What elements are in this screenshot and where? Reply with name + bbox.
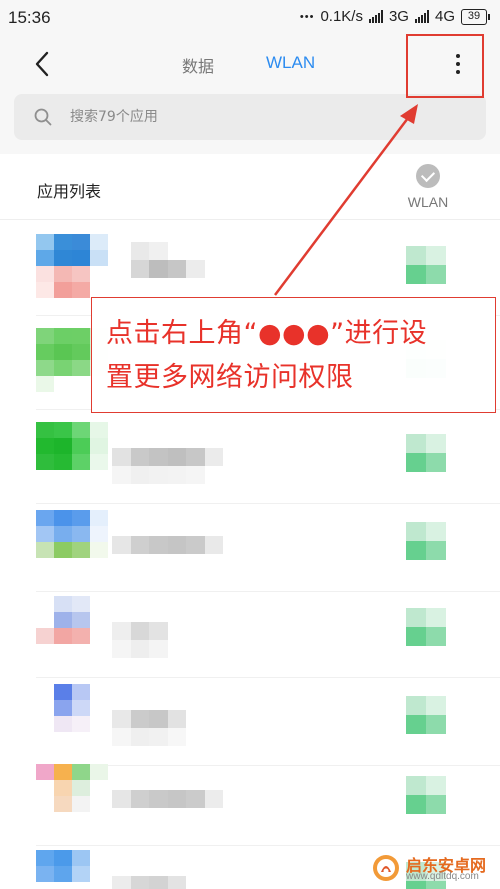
site-logo-icon — [373, 855, 399, 881]
hd-signal-icon — [414, 10, 429, 23]
battery-icon: 39 — [461, 8, 490, 25]
wlan-toggle[interactable] — [406, 696, 446, 734]
annotation-line-2: 置更多网络访问权限 — [106, 362, 354, 393]
network-type-4g: 4G — [434, 8, 455, 25]
wlan-toggle[interactable] — [406, 608, 446, 646]
tab-wlan[interactable]: WLAN — [266, 53, 315, 73]
app-row — [0, 752, 500, 846]
search-input[interactable] — [70, 94, 470, 140]
watermark-url: www.qdltdq.com — [406, 871, 479, 882]
tab-data[interactable]: 数据 — [182, 53, 214, 77]
back-button[interactable] — [24, 48, 60, 80]
app-name — [112, 604, 242, 658]
app-name — [112, 858, 242, 889]
app-row — [0, 498, 500, 592]
network-type-3g: 3G — [388, 8, 409, 25]
search-section — [0, 92, 500, 154]
app-icon — [36, 596, 108, 660]
signal-strength-icon — [368, 10, 383, 23]
watermark: 启东安卓网 www.qdltdq.com — [368, 850, 498, 886]
app-row — [0, 584, 500, 678]
wlan-toggle[interactable] — [406, 246, 446, 284]
app-icon — [36, 764, 108, 828]
wlan-toggle[interactable] — [406, 434, 446, 472]
app-name — [112, 692, 242, 746]
search-icon — [34, 108, 52, 126]
wlan-toggle[interactable] — [406, 522, 446, 560]
app-name — [112, 430, 242, 484]
notification-dots-icon: ••• — [299, 10, 315, 23]
app-icon — [36, 684, 108, 748]
app-row — [0, 410, 500, 504]
search-box[interactable] — [14, 94, 486, 140]
chevron-left-icon — [35, 51, 49, 77]
annotation-callout: 点击右上角“●●●”进行设 置更多网络访问权限 — [91, 297, 496, 413]
status-time: 15:36 — [8, 8, 51, 27]
status-indicators: ••• 0.1K/s 3G 4G 39 — [300, 8, 490, 25]
app-icon — [36, 234, 108, 298]
battery-level: 39 — [461, 8, 487, 25]
app-name — [112, 518, 242, 572]
network-speed: 0.1K/s — [320, 8, 363, 25]
app-name — [112, 242, 242, 296]
list-header: 应用列表 WLAN — [0, 154, 500, 220]
wlan-toggle[interactable] — [406, 776, 446, 814]
app-list-title: 应用列表 — [37, 182, 102, 201]
highlight-box — [406, 34, 484, 98]
check-all-icon[interactable] — [416, 164, 440, 188]
status-bar: 15:36 ••• 0.1K/s 3G 4G 39 — [0, 0, 500, 36]
wlan-column-label: WLAN — [407, 194, 449, 210]
app-icon — [36, 422, 108, 486]
app-icon — [36, 510, 108, 574]
wlan-column-header[interactable]: WLAN — [400, 164, 456, 210]
app-name — [112, 772, 242, 826]
annotation-line-1: 点击右上角“●●●”进行设 — [106, 318, 428, 349]
app-icon — [36, 850, 108, 889]
